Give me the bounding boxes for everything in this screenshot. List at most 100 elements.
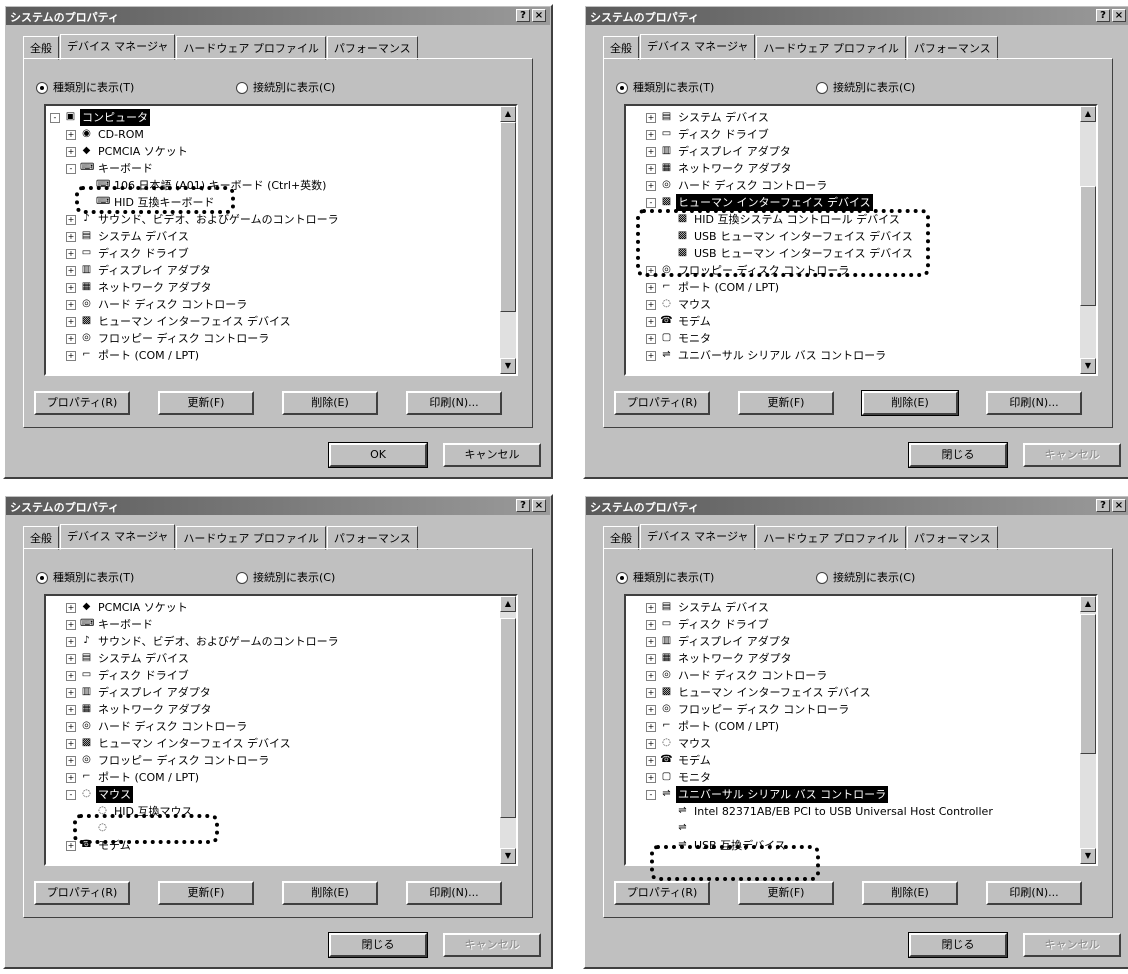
expand-icon[interactable]: + bbox=[646, 113, 656, 123]
tree-item[interactable]: - ▩ ヒューマン インターフェイス デバイス bbox=[626, 194, 1080, 211]
expand-icon[interactable]: + bbox=[646, 351, 656, 361]
close-icon[interactable]: × bbox=[532, 499, 546, 512]
scroll-thumb[interactable] bbox=[500, 618, 516, 818]
device-tree[interactable]: + ◆ PCMCIA ソケット + ⌨ キーボード + ♪ サウンド、ビデオ、およびゲームのコン… bbox=[44, 594, 518, 866]
expand-icon[interactable]: + bbox=[66, 637, 76, 647]
expand-icon[interactable]: + bbox=[646, 147, 656, 157]
tree-item[interactable]: - ⇌ ユニバーサル シリアル バス コントローラ bbox=[626, 786, 1080, 803]
tree-item[interactable]: + ▩ ヒューマン インターフェイス デバイス bbox=[46, 313, 500, 330]
tree-item[interactable]: ⌨ HID 互換キーボード bbox=[46, 194, 500, 211]
expand-icon[interactable]: + bbox=[646, 300, 656, 310]
close-icon[interactable]: × bbox=[532, 9, 546, 22]
print-button[interactable]: 印刷(N)... bbox=[406, 391, 502, 415]
scroll-thumb[interactable] bbox=[1080, 614, 1096, 754]
tree-item[interactable]: ◌ bbox=[46, 820, 500, 837]
close-button[interactable]: 閉じる bbox=[328, 932, 428, 958]
close-icon[interactable]: × bbox=[1112, 499, 1126, 512]
scroll-down-button[interactable]: ▼ bbox=[500, 358, 516, 374]
expand-icon[interactable]: + bbox=[66, 283, 76, 293]
expand-icon[interactable]: + bbox=[66, 620, 76, 630]
tree-item[interactable]: ▩ USB ヒューマン インターフェイス デバイス bbox=[626, 228, 1080, 245]
tree-item[interactable]: + ◆ PCMCIA ソケット bbox=[46, 143, 500, 160]
print-button[interactable]: 印刷(N)... bbox=[986, 881, 1082, 905]
collapse-icon[interactable]: - bbox=[50, 113, 60, 123]
device-tree[interactable]: + ▤ システム デバイス + ▭ ディスク ドライブ + ▥ ディスプレイ アダプタ + ▦ ネット… bbox=[624, 104, 1098, 376]
tree-item[interactable]: - ⌨ キーボード bbox=[46, 160, 500, 177]
expand-icon[interactable]: + bbox=[66, 266, 76, 276]
tree-item[interactable]: ⇌ Intel 82371AB/EB PCI to USB Universal H… bbox=[626, 803, 1080, 820]
print-button[interactable]: 印刷(N)... bbox=[986, 391, 1082, 415]
help-button[interactable]: ? bbox=[1096, 9, 1110, 22]
tree-item[interactable]: ⇌ bbox=[626, 820, 1080, 837]
expand-icon[interactable]: + bbox=[646, 722, 656, 732]
expand-icon[interactable]: + bbox=[66, 300, 76, 310]
tree-item[interactable]: + ▤ システム デバイス bbox=[626, 109, 1080, 126]
tree-item[interactable]: + ▤ システム デバイス bbox=[46, 650, 500, 667]
tree-item[interactable]: + ▩ ヒューマン インターフェイス デバイス bbox=[626, 684, 1080, 701]
scroll-down-button[interactable]: ▼ bbox=[500, 848, 516, 864]
expand-icon[interactable]: + bbox=[66, 671, 76, 681]
expand-icon[interactable]: + bbox=[66, 688, 76, 698]
scroll-up-button[interactable]: ▲ bbox=[500, 596, 516, 612]
tree-item[interactable]: + ⇌ ユニバーサル シリアル バス コントローラ bbox=[626, 347, 1080, 364]
expand-icon[interactable]: + bbox=[646, 739, 656, 749]
tree-item[interactable]: + ⌐ ポート (COM / LPT) bbox=[626, 279, 1080, 296]
tree-item[interactable]: + ▤ システム デバイス bbox=[46, 228, 500, 245]
radio-view-by-type[interactable]: 種類別に表示(T) bbox=[616, 79, 714, 95]
tree-item[interactable]: - ▣ コンピュータ bbox=[46, 109, 500, 126]
expand-icon[interactable]: + bbox=[646, 756, 656, 766]
expand-icon[interactable]: + bbox=[66, 147, 76, 157]
close-icon[interactable]: × bbox=[1112, 9, 1126, 22]
tree-item[interactable]: + ◎ ハード ディスク コントローラ bbox=[46, 296, 500, 313]
radio-view-by-type[interactable]: 種類別に表示(T) bbox=[36, 79, 134, 95]
help-button[interactable]: ? bbox=[516, 499, 530, 512]
tree-item[interactable]: + ♪ サウンド、ビデオ、およびゲームのコントローラ bbox=[46, 211, 500, 228]
tab-hardware-profiles[interactable]: ハードウェア プロファイル bbox=[756, 36, 906, 60]
tree-item[interactable]: ▩ HID 互換システム コントロール デバイス bbox=[626, 211, 1080, 228]
tree-item[interactable]: + ◎ ハード ディスク コントローラ bbox=[626, 177, 1080, 194]
close-button[interactable]: 閉じる bbox=[908, 932, 1008, 958]
scroll-down-button[interactable]: ▼ bbox=[1080, 358, 1096, 374]
cancel-button[interactable]: キャンセル bbox=[443, 933, 541, 957]
tree-item[interactable]: ◌ HID 互換マウス bbox=[46, 803, 500, 820]
expand-icon[interactable]: + bbox=[66, 654, 76, 664]
tree-item[interactable]: ⌨ 106 日本語 (A01) キーボード (Ctrl+英数) bbox=[46, 177, 500, 194]
vertical-scrollbar[interactable]: ▲ ▼ bbox=[1080, 106, 1096, 374]
expand-icon[interactable]: + bbox=[646, 637, 656, 647]
properties-button[interactable]: プロパティ(R) bbox=[614, 391, 710, 415]
properties-button[interactable]: プロパティ(R) bbox=[614, 881, 710, 905]
refresh-button[interactable]: 更新(F) bbox=[158, 391, 254, 415]
expand-icon[interactable]: + bbox=[66, 351, 76, 361]
cancel-button[interactable]: キャンセル bbox=[1023, 933, 1121, 957]
tree-item[interactable]: + ▥ ディスプレイ アダプタ bbox=[46, 684, 500, 701]
remove-button[interactable]: 削除(E) bbox=[861, 390, 959, 416]
expand-icon[interactable]: + bbox=[66, 603, 76, 613]
tree-item[interactable]: + ▦ ネットワーク アダプタ bbox=[626, 160, 1080, 177]
refresh-button[interactable]: 更新(F) bbox=[738, 881, 834, 905]
scroll-up-button[interactable]: ▲ bbox=[1080, 106, 1096, 122]
tree-item[interactable]: + ▭ ディスク ドライブ bbox=[626, 616, 1080, 633]
tree-item[interactable]: + ⌐ ポート (COM / LPT) bbox=[46, 769, 500, 786]
tab-performance[interactable]: パフォーマンス bbox=[326, 36, 418, 60]
cancel-button[interactable]: キャンセル bbox=[1023, 443, 1121, 467]
tab-device-manager[interactable]: デバイス マネージャ bbox=[640, 34, 756, 60]
vertical-scrollbar[interactable]: ▲ ▼ bbox=[500, 596, 516, 864]
tree-item[interactable]: + ◎ フロッピー ディスク コントローラ bbox=[46, 330, 500, 347]
tree-item[interactable]: + ▥ ディスプレイ アダプタ bbox=[46, 262, 500, 279]
tree-item[interactable]: + ▭ ディスク ドライブ bbox=[46, 667, 500, 684]
tree-item[interactable]: + ◌ マウス bbox=[626, 735, 1080, 752]
tab-general[interactable]: 全般 bbox=[23, 36, 59, 60]
tree-item[interactable]: + ▥ ディスプレイ アダプタ bbox=[626, 143, 1080, 160]
expand-icon[interactable]: + bbox=[646, 317, 656, 327]
tree-item[interactable]: ⇌ USB 互換デバイス bbox=[626, 837, 1080, 854]
device-tree[interactable]: + ▤ システム デバイス + ▭ ディスク ドライブ + ▥ ディスプレイ アダプタ + ▦ ネット… bbox=[624, 594, 1098, 866]
expand-icon[interactable]: + bbox=[646, 620, 656, 630]
expand-icon[interactable]: + bbox=[646, 164, 656, 174]
expand-icon[interactable]: + bbox=[646, 181, 656, 191]
expand-icon[interactable]: + bbox=[66, 722, 76, 732]
radio-view-by-connection[interactable]: 接続別に表示(C) bbox=[236, 79, 335, 95]
expand-icon[interactable]: + bbox=[66, 705, 76, 715]
expand-icon[interactable]: + bbox=[646, 688, 656, 698]
radio-view-by-type[interactable]: 種類別に表示(T) bbox=[36, 569, 134, 585]
properties-button[interactable]: プロパティ(R) bbox=[34, 881, 130, 905]
